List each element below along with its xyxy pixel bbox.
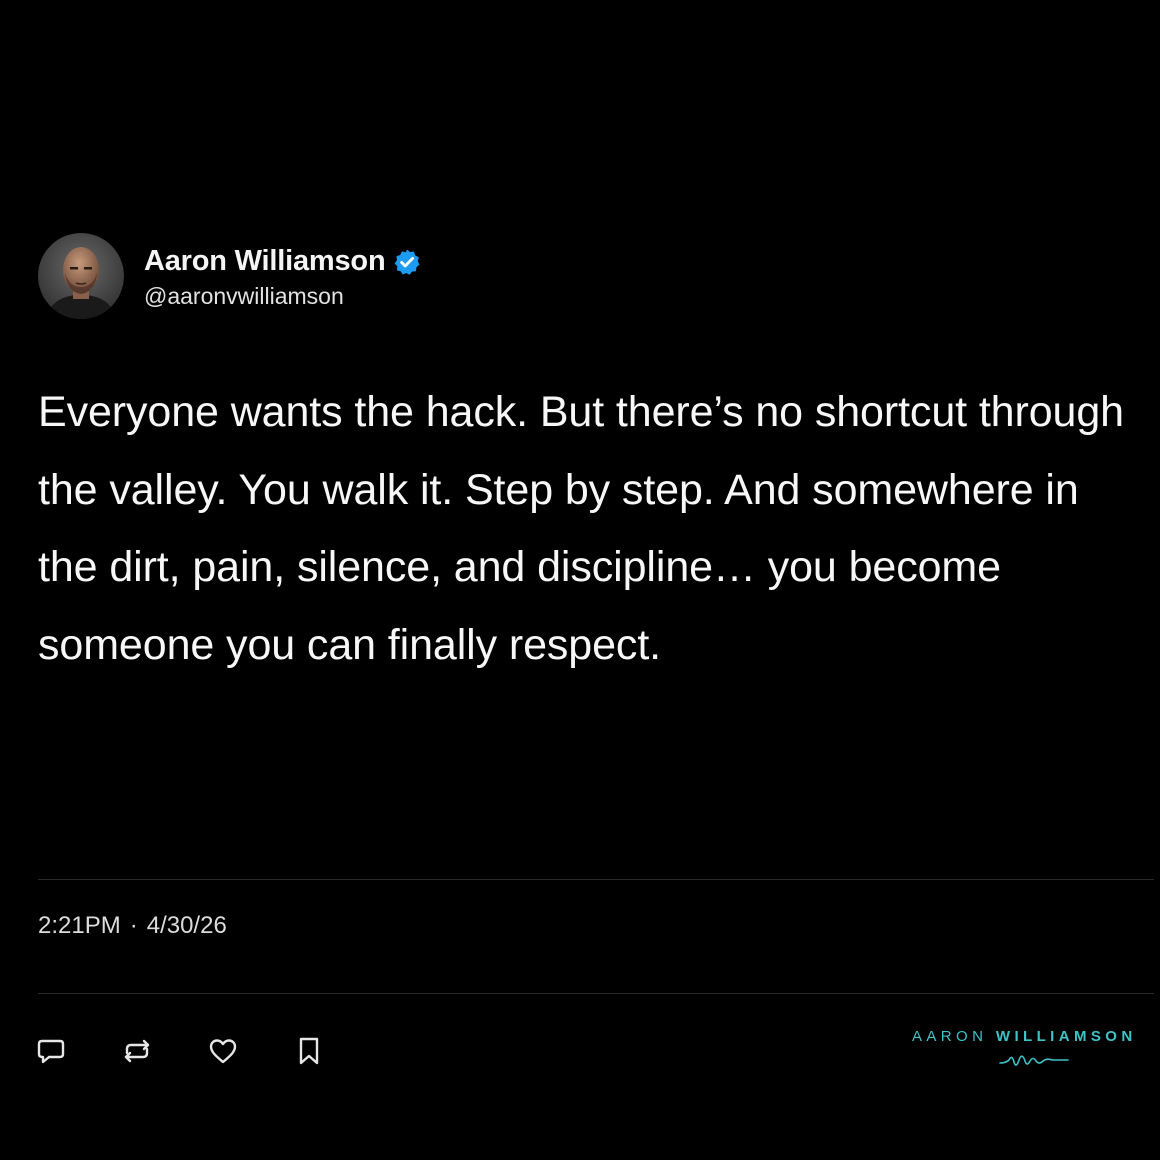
tweet-header: Aaron Williamson @aaronvwilliamson bbox=[38, 233, 421, 319]
brand-logo: AARON WILLIAMSON bbox=[912, 1028, 1158, 1072]
signature-wave-icon bbox=[999, 1055, 1069, 1066]
verified-badge-icon bbox=[393, 248, 421, 276]
like-button[interactable] bbox=[206, 1034, 240, 1068]
avatar[interactable] bbox=[38, 233, 124, 319]
reply-button[interactable] bbox=[34, 1034, 68, 1068]
brand-wordmark: AARON WILLIAMSON bbox=[912, 1028, 1158, 1045]
user-identity: Aaron Williamson @aaronvwilliamson bbox=[144, 243, 421, 310]
tweet-timestamp[interactable]: 2:21PM · 4/30/26 bbox=[38, 912, 227, 940]
display-name[interactable]: Aaron Williamson bbox=[144, 245, 386, 278]
brand-name-last: WILLIAMSON bbox=[995, 1028, 1137, 1045]
divider bbox=[38, 993, 1154, 994]
action-bar bbox=[34, 1034, 326, 1068]
avatar-portrait-icon bbox=[38, 233, 124, 319]
tweet-date: 4/30/26 bbox=[146, 912, 227, 939]
divider bbox=[38, 879, 1154, 880]
bookmark-button[interactable] bbox=[292, 1034, 326, 1068]
like-icon bbox=[209, 1039, 237, 1064]
name-row: Aaron Williamson bbox=[144, 243, 421, 281]
bookmark-icon bbox=[299, 1037, 319, 1065]
retweet-button[interactable] bbox=[120, 1034, 154, 1068]
retweet-icon bbox=[124, 1039, 150, 1063]
tweet-time: 2:21PM bbox=[38, 912, 121, 939]
brand-name-first: AARON bbox=[912, 1028, 988, 1045]
user-handle[interactable]: @aaronvwilliamson bbox=[144, 283, 421, 310]
timestamp-separator: · bbox=[129, 912, 138, 939]
reply-icon bbox=[37, 1039, 65, 1064]
tweet-text: Everyone wants the hack. But there’s no … bbox=[38, 388, 1124, 669]
tweet-card: Aaron Williamson @aaronvwilliamson Every… bbox=[0, 0, 1160, 1160]
